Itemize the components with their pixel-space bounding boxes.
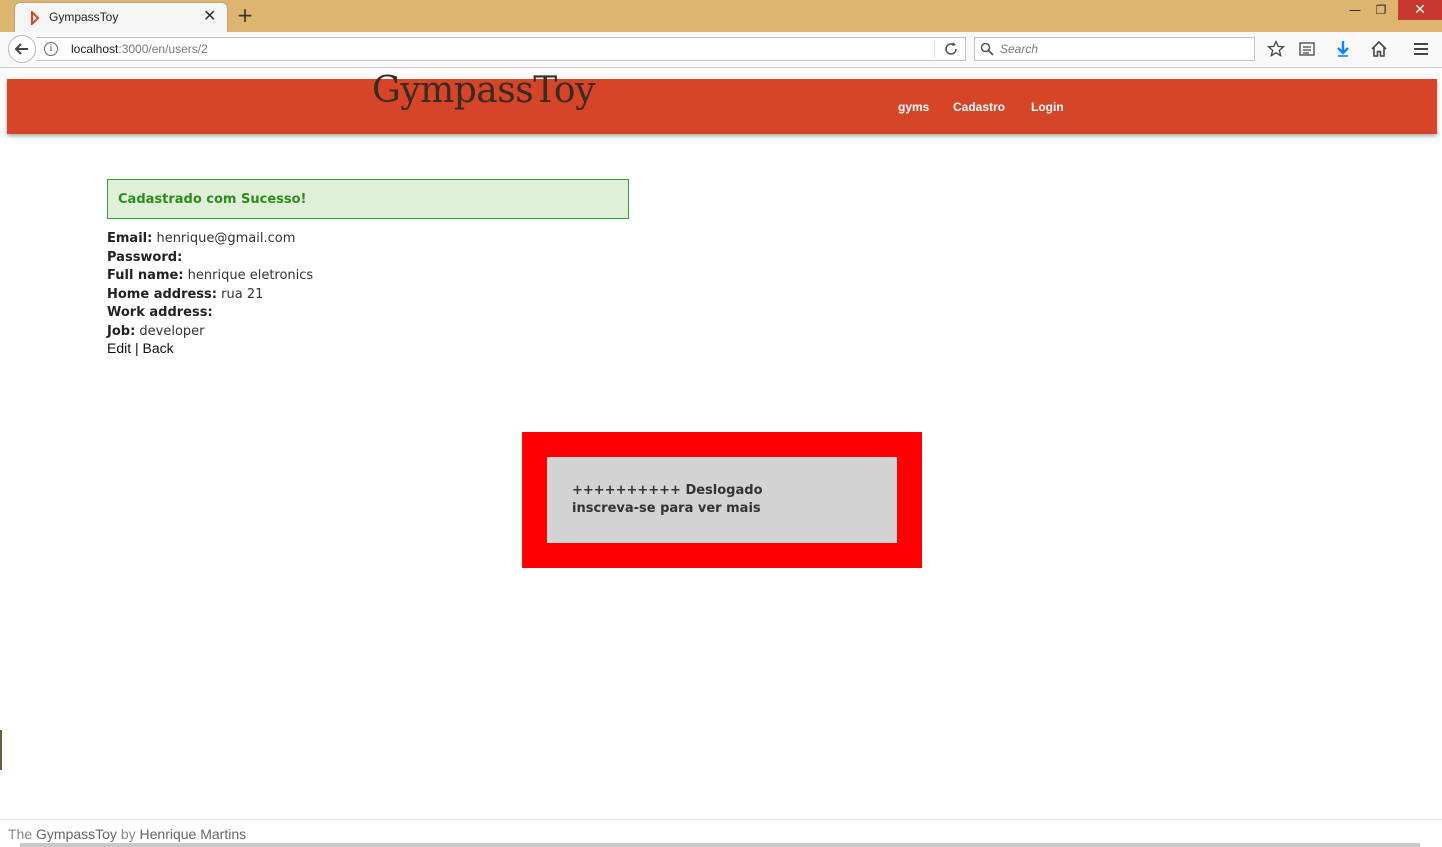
search-icon: [980, 42, 994, 56]
back-arrow-icon: [14, 43, 28, 55]
detail-label: Email:: [107, 231, 153, 246]
site-logo[interactable]: GympassToy: [372, 70, 595, 111]
browser-tab[interactable]: GympassToy ✕: [14, 2, 228, 32]
detail-label: Full name:: [107, 268, 184, 283]
footer-app-name: GympassToy: [36, 826, 117, 842]
action-separator: |: [135, 340, 139, 356]
info-icon[interactable]: i: [44, 42, 58, 56]
detail-work-address: Work address:: [107, 304, 313, 323]
horizontal-scrollbar[interactable]: [20, 843, 1420, 847]
footer-divider: [0, 819, 1442, 820]
tab-title: GympassToy: [49, 10, 119, 24]
user-details: Email: henrique@gmail.com Password: Full…: [107, 230, 313, 341]
site-header: [7, 79, 1437, 134]
menu-icon[interactable]: [1412, 40, 1430, 58]
detail-label: Job:: [107, 323, 136, 339]
logout-box-inner: [547, 457, 897, 543]
edit-link[interactable]: Edit: [107, 340, 131, 356]
logout-status-text: ++++++++++ Deslogado: [572, 483, 763, 498]
url-host: localhost: [71, 42, 119, 56]
window-close-icon[interactable]: ✕: [1398, 0, 1442, 20]
nav-gyms-link[interactable]: gyms: [898, 100, 929, 114]
detail-value: developer: [139, 323, 205, 339]
detail-job: Job: developer: [107, 323, 313, 342]
nav-cadastro-link[interactable]: Cadastro: [953, 100, 1005, 114]
detail-home-address: Home address: rua 21: [107, 286, 313, 305]
back-link[interactable]: Back: [143, 340, 174, 356]
footer-prefix: The: [8, 826, 33, 842]
new-tab-icon[interactable]: +: [236, 4, 254, 26]
reading-list-icon[interactable]: [1298, 40, 1316, 58]
detail-full-name: Full name: henrique eletronics: [107, 267, 313, 286]
back-button[interactable]: [8, 35, 36, 63]
footer-author: Henrique Martins: [139, 826, 247, 842]
detail-password: Password:: [107, 249, 313, 268]
detail-value: henrique eletronics: [187, 268, 314, 283]
url-path: :3000/en/users/2: [118, 42, 208, 56]
detail-value: henrique@gmail.com: [156, 231, 296, 246]
footer-by: by: [120, 826, 136, 842]
window-edge: [0, 730, 2, 770]
home-icon[interactable]: [1370, 40, 1388, 58]
detail-label: Work address:: [107, 305, 213, 320]
restore-icon[interactable]: ❐: [1366, 0, 1396, 20]
detail-email: Email: henrique@gmail.com: [107, 230, 313, 249]
url-divider: [934, 40, 935, 58]
logout-signup-text: inscreva-se para ver mais: [572, 501, 761, 516]
detail-label: Password:: [107, 249, 183, 265]
download-icon[interactable]: [1334, 40, 1352, 58]
success-notice-text: Cadastrado com Sucesso!: [118, 192, 307, 207]
search-placeholder: Search: [1000, 42, 1039, 56]
bookmark-star-icon[interactable]: [1267, 40, 1285, 58]
detail-value: rua 21: [221, 286, 264, 302]
favicon-icon: [31, 11, 40, 25]
reload-icon[interactable]: [943, 41, 959, 57]
detail-label: Home address:: [107, 286, 217, 302]
footer: The GympassToy by Henrique Martins: [8, 826, 246, 842]
url-text[interactable]: localhost:3000/en/users/2: [71, 42, 208, 56]
tab-close-icon[interactable]: ✕: [203, 8, 217, 24]
nav-login-link[interactable]: Login: [1031, 100, 1064, 114]
user-actions: Edit | Back: [107, 340, 174, 356]
